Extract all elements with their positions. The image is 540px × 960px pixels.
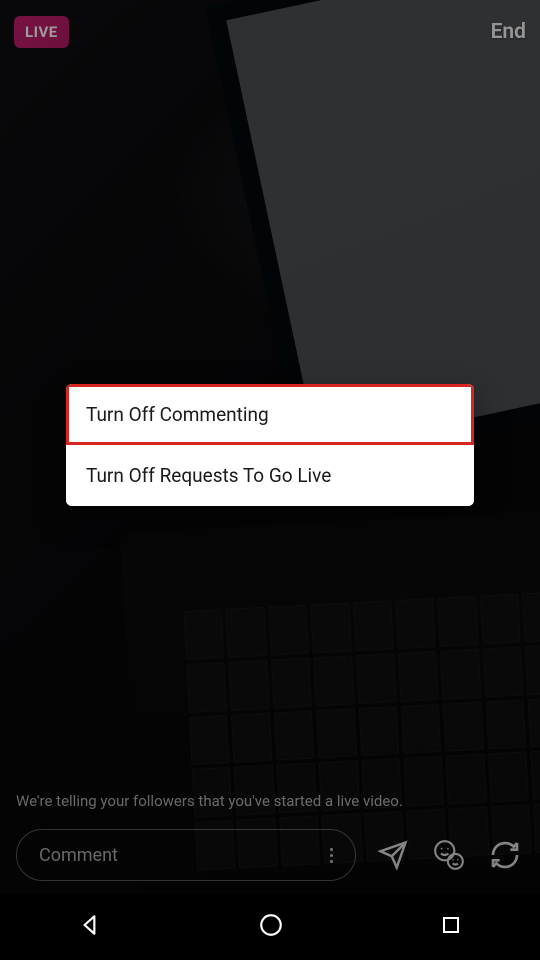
switch-camera-button[interactable] [486, 836, 524, 874]
live-badge: LIVE [14, 16, 69, 48]
reactions-button[interactable] [430, 836, 468, 874]
comment-input[interactable]: Comment [16, 829, 356, 881]
end-button[interactable]: End [491, 20, 526, 44]
bottom-controls: Comment [0, 816, 540, 894]
android-nav-bar [0, 894, 540, 960]
nav-back-button[interactable] [77, 912, 103, 942]
sheet-item-turn-off-commenting[interactable]: Turn Off Commenting [66, 384, 474, 445]
back-icon [77, 912, 103, 938]
more-icon[interactable] [321, 845, 341, 865]
live-stream-screen: LIVE End We're telling your followers th… [0, 0, 540, 960]
send-button[interactable] [374, 836, 412, 874]
nav-recents-button[interactable] [439, 913, 463, 941]
recents-icon [439, 913, 463, 937]
options-action-sheet: Turn Off Commenting Turn Off Requests To… [66, 384, 474, 506]
top-bar: LIVE End [0, 0, 540, 64]
nav-home-button[interactable] [258, 912, 284, 942]
switch-camera-icon [489, 839, 521, 871]
send-icon [378, 840, 408, 870]
comment-placeholder: Comment [39, 845, 118, 866]
status-text: We're telling your followers that you've… [16, 792, 524, 810]
sheet-item-turn-off-requests[interactable]: Turn Off Requests To Go Live [66, 445, 474, 506]
home-icon [258, 912, 284, 938]
face-reaction-icon [432, 838, 466, 872]
